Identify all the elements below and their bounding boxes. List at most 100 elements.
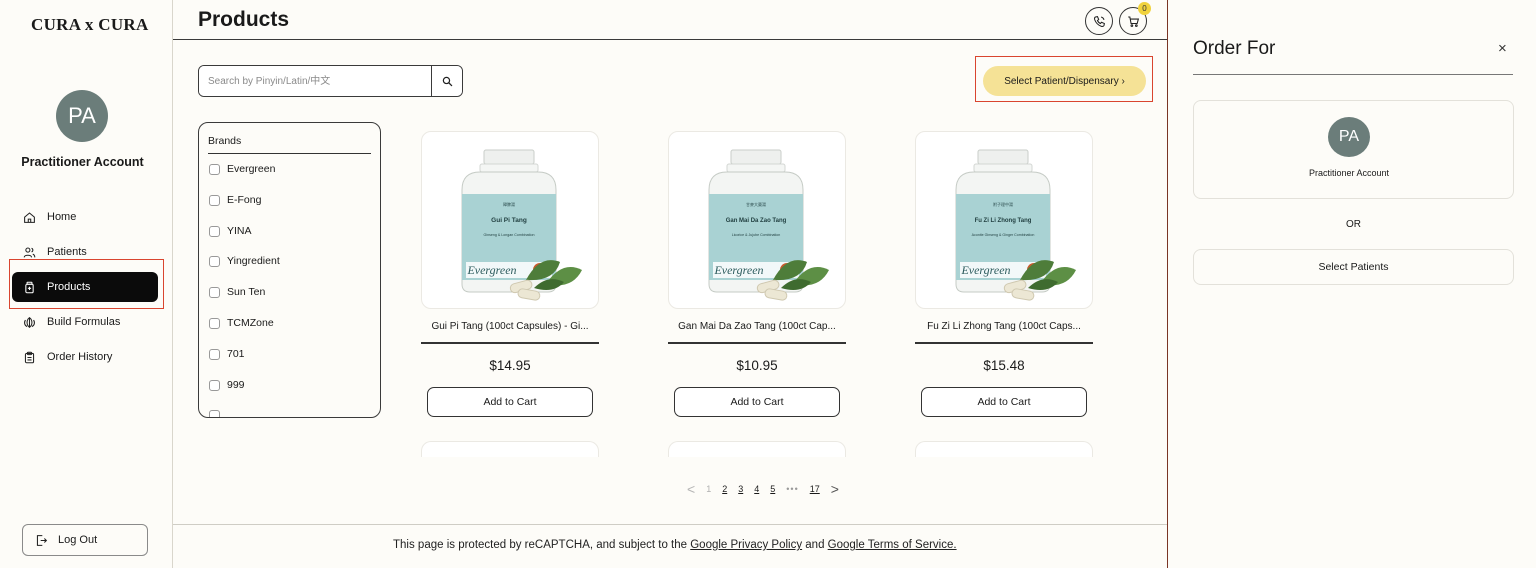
product-card-partial[interactable] — [421, 441, 599, 457]
brand-label: Evergreen — [227, 163, 276, 175]
brand-option[interactable]: Yingredient — [209, 255, 280, 286]
product-card[interactable]: 歸脾湯 Gui Pi Tang Ginseng & Longan Combina… — [421, 131, 599, 417]
product-card-partial[interactable] — [668, 441, 846, 457]
brand-option[interactable] — [209, 409, 280, 417]
terms-of-service-link[interactable]: Google Terms of Service. — [828, 539, 957, 551]
brand-option[interactable]: Evergreen — [209, 163, 280, 194]
search-bar — [198, 65, 463, 97]
product-image[interactable]: 歸脾湯 Gui Pi Tang Ginseng & Longan Combina… — [421, 131, 599, 309]
supplement-bottle-image: 附子理中湯 Fu Zi Li Zhong Tang Aconite Ginsen… — [955, 149, 1076, 301]
logout-button[interactable]: Log Out — [22, 524, 148, 556]
product-name[interactable]: Fu Zi Li Zhong Tang (100ct Caps... — [915, 321, 1093, 334]
checkbox[interactable] — [209, 348, 220, 360]
avatar[interactable]: PA — [56, 90, 108, 142]
checkbox[interactable] — [209, 256, 220, 268]
brand-label: Sun Ten — [227, 286, 266, 299]
brand-label: YINA — [227, 224, 252, 237]
add-to-cart-button[interactable]: Add to Cart — [921, 386, 1087, 417]
bottle-label-sub: Licorice & Jujube Combination — [732, 233, 781, 237]
product-price: $14.95 — [489, 357, 531, 373]
brands-title: Brands — [208, 135, 242, 147]
privacy-policy-link[interactable]: Google Privacy Policy — [690, 539, 802, 551]
checkbox[interactable] — [209, 379, 220, 391]
phone-button[interactable] — [1085, 7, 1113, 35]
product-card[interactable]: 附子理中湯 Fu Zi Li Zhong Tang Aconite Ginsen… — [915, 131, 1093, 417]
order-for-panel: Order For × PA Practitioner Account OR S… — [1167, 0, 1536, 568]
page-number[interactable]: 5 — [770, 484, 775, 494]
cart-count-badge: 0 — [1138, 2, 1151, 15]
brand-option[interactable]: E-Fong — [209, 194, 280, 225]
brand-option[interactable]: 701 — [209, 348, 280, 379]
page-number-last[interactable]: 17 — [810, 484, 820, 494]
search-button[interactable] — [431, 66, 462, 96]
bottle-label-cn: 歸脾湯 — [503, 201, 515, 207]
bottle-label-cn: 甘麥大棗湯 — [746, 201, 766, 207]
search-input[interactable] — [199, 66, 431, 96]
checkbox[interactable] — [209, 225, 220, 237]
page-number[interactable]: 4 — [754, 484, 759, 494]
sidebar-item-home[interactable]: Home — [12, 202, 158, 232]
page-number[interactable]: 3 — [738, 484, 743, 494]
brand-option[interactable]: Sun Ten — [209, 286, 280, 317]
bottle-label-name: Gui Pi Tang — [491, 217, 527, 224]
panel-title: Order For — [1193, 38, 1276, 59]
brand-label: TCMZone — [227, 316, 274, 329]
next-page-button[interactable]: > — [831, 481, 839, 497]
footer-text: and — [802, 539, 828, 551]
bottle-label-name: Gan Mai Da Zao Tang — [726, 218, 787, 224]
practitioner-account-option[interactable]: PA Practitioner Account — [1193, 100, 1514, 199]
brand-option[interactable]: 999 — [209, 379, 280, 410]
leaf-icon — [24, 316, 35, 328]
sidebar: CURA x CURA PA Practitioner Account Home… — [0, 0, 173, 568]
product-card[interactable]: 甘麥大棗湯 Gan Mai Da Zao Tang Licorice & Juj… — [668, 131, 846, 417]
checkbox[interactable] — [209, 410, 220, 417]
phone-icon — [1093, 15, 1105, 27]
sidebar-item-patients[interactable]: Patients — [12, 237, 158, 267]
recaptcha-notice: This page is protected by reCAPTCHA, and… — [393, 539, 957, 551]
sidebar-item-label: Home — [47, 211, 77, 223]
card-divider — [421, 342, 599, 344]
product-name[interactable]: Gui Pi Tang (100ct Capsules) - Gi... — [421, 321, 599, 334]
product-image[interactable]: 附子理中湯 Fu Zi Li Zhong Tang Aconite Ginsen… — [915, 131, 1093, 309]
bottle-brand-mark: Evergreen — [960, 263, 1010, 277]
bottle-label-cn: 附子理中湯 — [993, 201, 1013, 207]
search-icon — [442, 76, 452, 86]
page-number[interactable]: 1 — [706, 484, 711, 494]
account-name: Practitioner Account — [21, 155, 144, 169]
avatar: PA — [1328, 117, 1370, 157]
close-icon[interactable]: × — [1498, 40, 1507, 57]
footer-divider — [173, 524, 1167, 525]
product-image[interactable]: 甘麥大棗湯 Gan Mai Da Zao Tang Licorice & Juj… — [668, 131, 846, 309]
sidebar-item-products[interactable]: Products — [12, 272, 158, 302]
select-patients-button[interactable]: Select Patients — [1193, 249, 1514, 285]
page-number[interactable]: 2 — [722, 484, 727, 494]
card-divider — [915, 342, 1093, 344]
prev-page-button[interactable]: < — [687, 481, 695, 497]
logout-label: Log Out — [58, 534, 98, 546]
bottle-brand-mark: Evergreen — [713, 263, 763, 277]
panel-divider — [1193, 74, 1513, 75]
main-content: Products 0 Select Patient/Dispensary › B… — [173, 0, 1167, 568]
checkbox[interactable] — [209, 317, 220, 329]
brands-divider — [208, 153, 371, 154]
bottle-brand-mark: Evergreen — [466, 263, 516, 277]
add-to-cart-button[interactable]: Add to Cart — [674, 386, 840, 417]
product-price: $15.48 — [983, 357, 1025, 373]
sidebar-item-label: Patients — [47, 246, 87, 258]
product-name[interactable]: Gan Mai Da Zao Tang (100ct Cap... — [668, 321, 846, 334]
checkbox[interactable] — [209, 194, 220, 206]
checkbox[interactable] — [209, 287, 220, 299]
cart-button[interactable]: 0 — [1119, 2, 1151, 35]
sidebar-item-build-formulas[interactable]: Build Formulas — [12, 307, 158, 337]
brand-option[interactable]: TCMZone — [209, 317, 280, 348]
brand-option[interactable]: YINA — [209, 225, 280, 256]
pagination-ellipsis: ••• — [786, 484, 799, 494]
sidebar-item-order-history[interactable]: Order History — [12, 342, 158, 372]
checkbox[interactable] — [209, 164, 220, 175]
logo[interactable]: CURA x CURA — [31, 15, 149, 35]
add-to-cart-button[interactable]: Add to Cart — [427, 386, 593, 417]
users-icon — [23, 247, 36, 258]
product-card-partial[interactable] — [915, 441, 1093, 457]
brand-label: 999 — [227, 378, 245, 391]
select-patient-dispensary-button[interactable]: Select Patient/Dispensary › — [983, 66, 1146, 96]
